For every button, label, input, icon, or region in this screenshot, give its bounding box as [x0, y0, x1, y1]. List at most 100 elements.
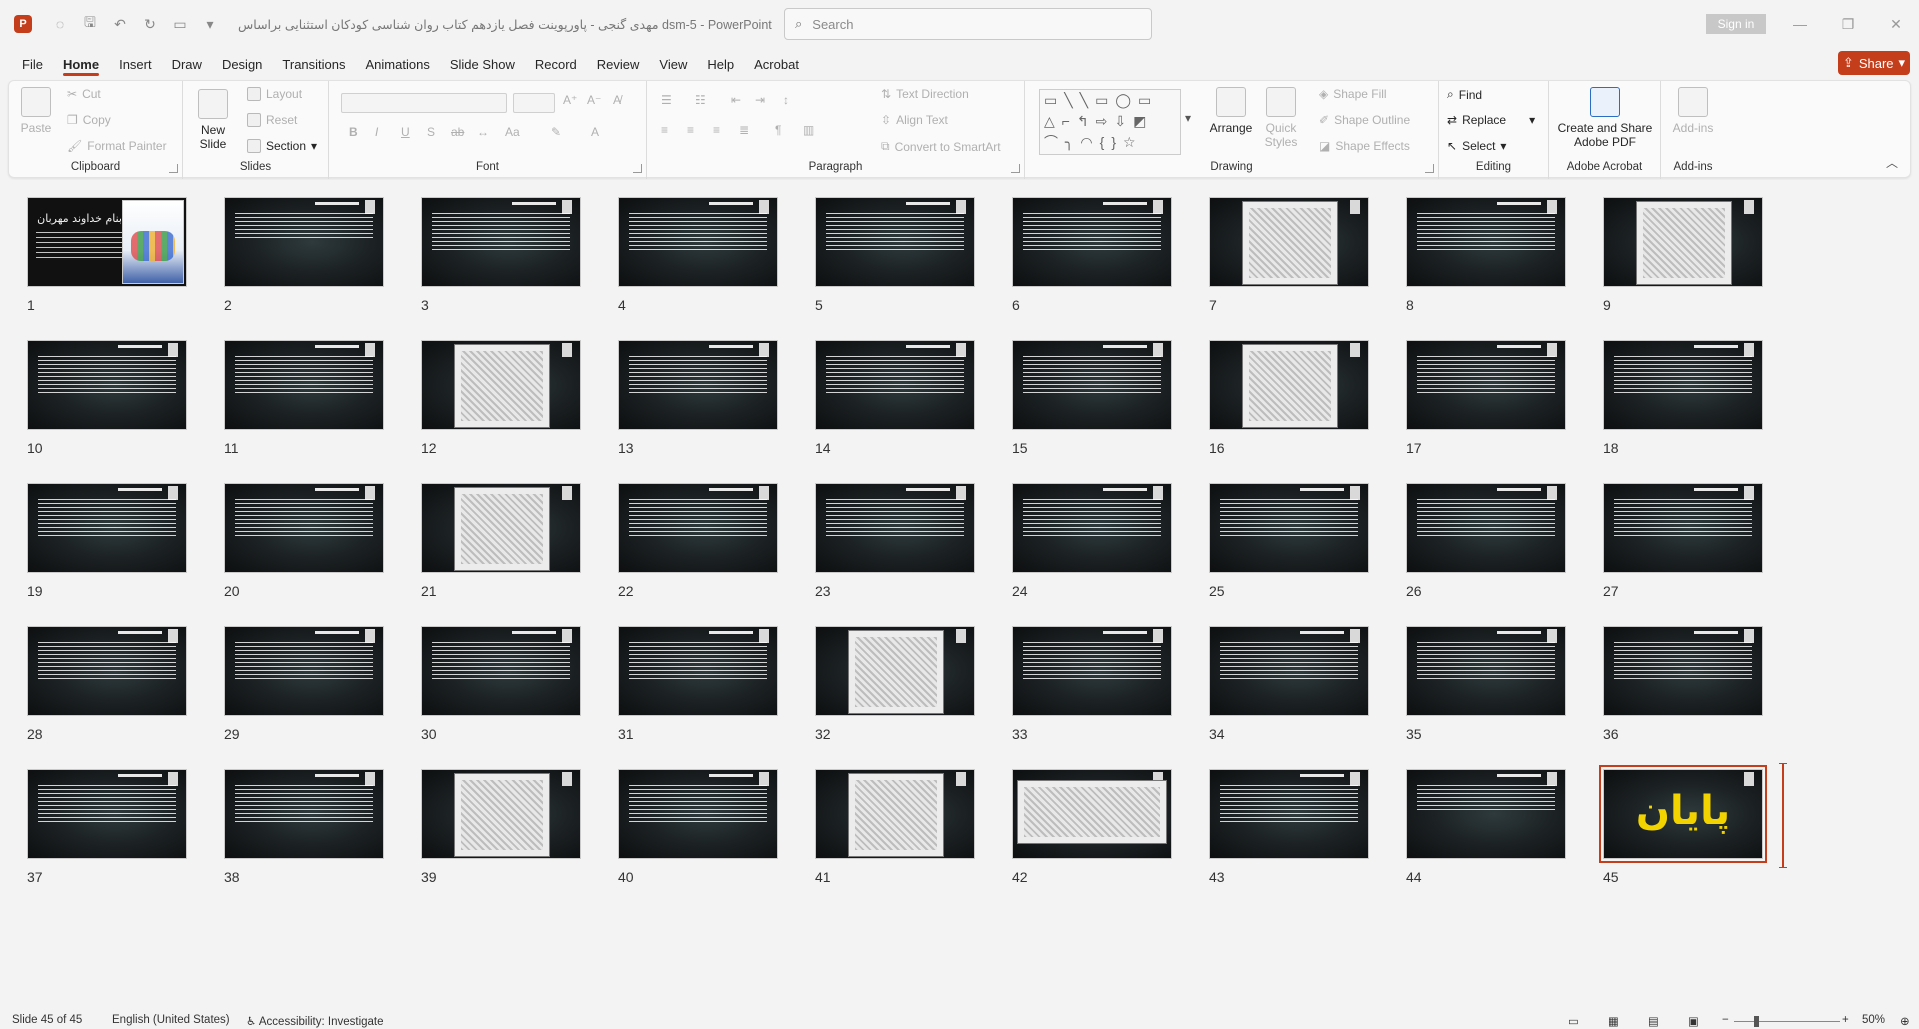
shadow-button[interactable]: S — [427, 125, 435, 139]
paste-button[interactable]: Paste — [17, 87, 55, 135]
zoom-out-icon[interactable]: − — [1722, 1014, 1729, 1026]
slide-thumbnail[interactable] — [421, 769, 581, 859]
shrink-font-icon[interactable]: A⁻ — [587, 93, 601, 107]
select-button[interactable]: ↖ Select ▾ — [1447, 139, 1506, 153]
change-case-button[interactable]: Aa — [505, 125, 520, 139]
section-button[interactable]: Section ▾ — [247, 139, 317, 153]
replace-button[interactable]: ⇄ Replace ▾ — [1447, 113, 1535, 127]
present-icon[interactable]: ▭ — [170, 16, 190, 33]
slide-thumbnail[interactable] — [1012, 340, 1172, 430]
tab-transitions[interactable]: Transitions — [272, 50, 355, 78]
slide-thumbnail[interactable]: بنام خداوند مهربان — [27, 197, 187, 287]
sign-in-button[interactable]: Sign in — [1706, 14, 1766, 34]
customize-icon[interactable]: ▾ — [200, 16, 220, 33]
slide-thumbnail[interactable] — [1209, 340, 1369, 430]
slide-thumbnail[interactable] — [224, 197, 384, 287]
redo-icon[interactable]: ↻ — [140, 16, 160, 33]
character-spacing-icon[interactable]: ↔ — [477, 125, 489, 139]
tab-animations[interactable]: Animations — [356, 50, 440, 78]
collapse-ribbon-icon[interactable]: ︿ — [1886, 154, 1898, 171]
tab-design[interactable]: Design — [212, 50, 272, 78]
slide-thumbnail[interactable]: پایان — [1599, 765, 1767, 863]
slide-thumbnail[interactable] — [1406, 769, 1566, 859]
slide-thumbnail[interactable] — [815, 483, 975, 573]
reset-button[interactable]: Reset — [247, 113, 297, 127]
slide-thumbnail[interactable] — [815, 340, 975, 430]
slide-thumbnail[interactable] — [618, 483, 778, 573]
slide-thumbnail[interactable] — [815, 626, 975, 716]
language-indicator[interactable]: English (United States) — [112, 1014, 230, 1026]
slide-thumbnail[interactable] — [27, 483, 187, 573]
clipboard-launcher-icon[interactable] — [169, 164, 178, 173]
slideshow-view-icon[interactable]: ▣ — [1688, 1014, 1699, 1028]
layout-button[interactable]: Layout — [247, 87, 302, 101]
copy-button[interactable]: ❐ Copy — [67, 113, 111, 127]
slide-thumbnail[interactable] — [1209, 769, 1369, 859]
slide-thumbnail[interactable] — [1012, 483, 1172, 573]
tab-draw[interactable]: Draw — [162, 50, 212, 78]
slide-thumbnail[interactable] — [618, 197, 778, 287]
text-direction-button[interactable]: ⇅ Text Direction — [881, 87, 969, 101]
fit-to-window-icon[interactable]: ⊕ — [1900, 1014, 1910, 1028]
zoom-slider[interactable] — [1734, 1021, 1840, 1022]
align-center-icon[interactable]: ≡ — [687, 123, 694, 137]
bullets-icon[interactable]: ☰ — [661, 93, 672, 107]
strikethrough-button[interactable]: ab — [451, 125, 464, 139]
slide-thumbnail[interactable] — [1603, 483, 1763, 573]
slide-thumbnail[interactable] — [618, 340, 778, 430]
shapes-gallery[interactable]: ▭╲╲▭◯▭ △⌐↰⇨⇩◩ ⌒╮◠{}☆ — [1039, 89, 1181, 155]
share-button[interactable]: ⇪ Share ▾ — [1838, 51, 1910, 75]
new-slide-button[interactable]: New Slide — [191, 89, 235, 151]
tab-acrobat[interactable]: Acrobat — [744, 50, 809, 78]
slide-thumbnail[interactable] — [421, 626, 581, 716]
slide-thumbnail[interactable] — [421, 197, 581, 287]
accessibility-button[interactable]: ♿︎ Accessibility: Investigate — [246, 1014, 384, 1028]
slide-thumbnail[interactable] — [421, 340, 581, 430]
arrange-button[interactable]: Arrange — [1209, 87, 1253, 135]
quick-styles-button[interactable]: Quick Styles — [1259, 87, 1303, 149]
slide-thumbnail[interactable] — [1012, 626, 1172, 716]
font-launcher-icon[interactable] — [633, 164, 642, 173]
find-button[interactable]: ⌕ Find — [1447, 87, 1482, 102]
create-share-pdf-button[interactable]: Create and Share Adobe PDF — [1553, 87, 1657, 149]
slide-thumbnail[interactable] — [1406, 483, 1566, 573]
tab-insert[interactable]: Insert — [109, 50, 162, 78]
numbering-icon[interactable]: ☷ — [695, 93, 706, 107]
ltr-icon[interactable]: ¶ — [775, 123, 781, 137]
zoom-level[interactable]: 50% — [1862, 1014, 1885, 1026]
slide-thumbnail[interactable] — [27, 769, 187, 859]
tab-view[interactable]: View — [649, 50, 697, 78]
slide-thumbnail[interactable] — [1406, 197, 1566, 287]
slide-thumbnail[interactable] — [815, 769, 975, 859]
slide-thumbnail[interactable] — [1603, 626, 1763, 716]
font-size-select[interactable] — [513, 93, 555, 113]
slide-sorter-view-icon[interactable]: ▦ — [1608, 1014, 1619, 1028]
minimize-icon[interactable]: — — [1786, 12, 1814, 36]
slide-thumbnail[interactable] — [224, 483, 384, 573]
columns-icon[interactable]: ▥ — [803, 123, 814, 137]
slide-thumbnail[interactable] — [27, 340, 187, 430]
zoom-in-icon[interactable]: + — [1842, 1014, 1849, 1026]
bold-button[interactable]: B — [349, 125, 358, 139]
tab-help[interactable]: Help — [697, 50, 744, 78]
tab-slide-show[interactable]: Slide Show — [440, 50, 525, 78]
slide-thumbnail[interactable] — [618, 626, 778, 716]
drawing-launcher-icon[interactable] — [1425, 164, 1434, 173]
normal-view-icon[interactable]: ▭ — [1568, 1014, 1579, 1028]
align-text-button[interactable]: ⇳ Align Text — [881, 113, 948, 127]
font-family-select[interactable] — [341, 93, 507, 113]
slide-thumbnail[interactable] — [1209, 483, 1369, 573]
undo-icon[interactable]: ↶ — [110, 16, 130, 33]
tab-record[interactable]: Record — [525, 50, 587, 78]
convert-smartart-button[interactable]: ⧉ Convert to SmartArt — [881, 139, 1001, 154]
reading-view-icon[interactable]: ▤ — [1648, 1014, 1659, 1028]
tab-file[interactable]: File — [12, 50, 53, 78]
shape-fill-button[interactable]: ◈ Shape Fill — [1319, 87, 1387, 101]
grow-font-icon[interactable]: A⁺ — [563, 93, 577, 107]
autosave-icon[interactable]: ◌ — [50, 16, 70, 32]
zoom-slider-thumb[interactable] — [1754, 1016, 1759, 1027]
slide-thumbnail[interactable] — [1209, 197, 1369, 287]
close-icon[interactable]: ✕ — [1882, 12, 1910, 36]
tab-home[interactable]: Home — [53, 50, 109, 78]
slide-thumbnail[interactable] — [1012, 769, 1172, 859]
